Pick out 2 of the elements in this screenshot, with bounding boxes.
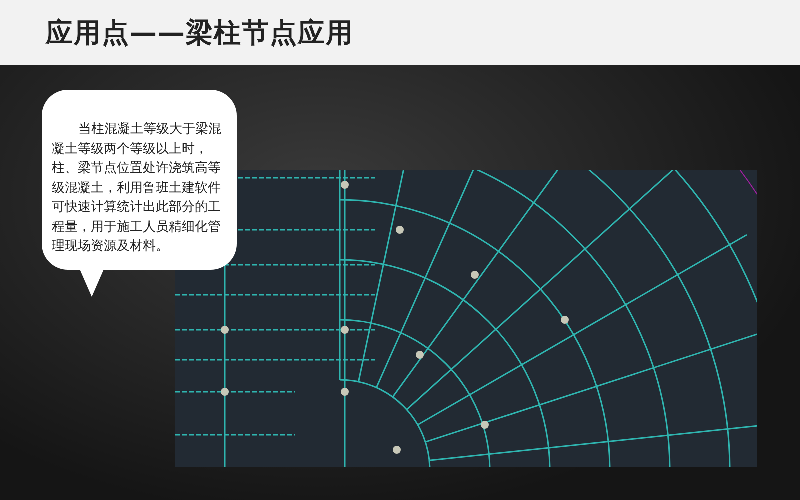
callout-text: 当柱混凝土等级大于梁混凝土等级两个等级以上时，柱、梁节点位置处许浇筑高等级混凝土，利用鲁班土建软件可快速计算统计出此部分的工程量，用于施工人员精细化管理现场资源及材料。	[52, 121, 222, 256]
slide-title: 应用点——梁柱节点应用	[46, 16, 354, 50]
